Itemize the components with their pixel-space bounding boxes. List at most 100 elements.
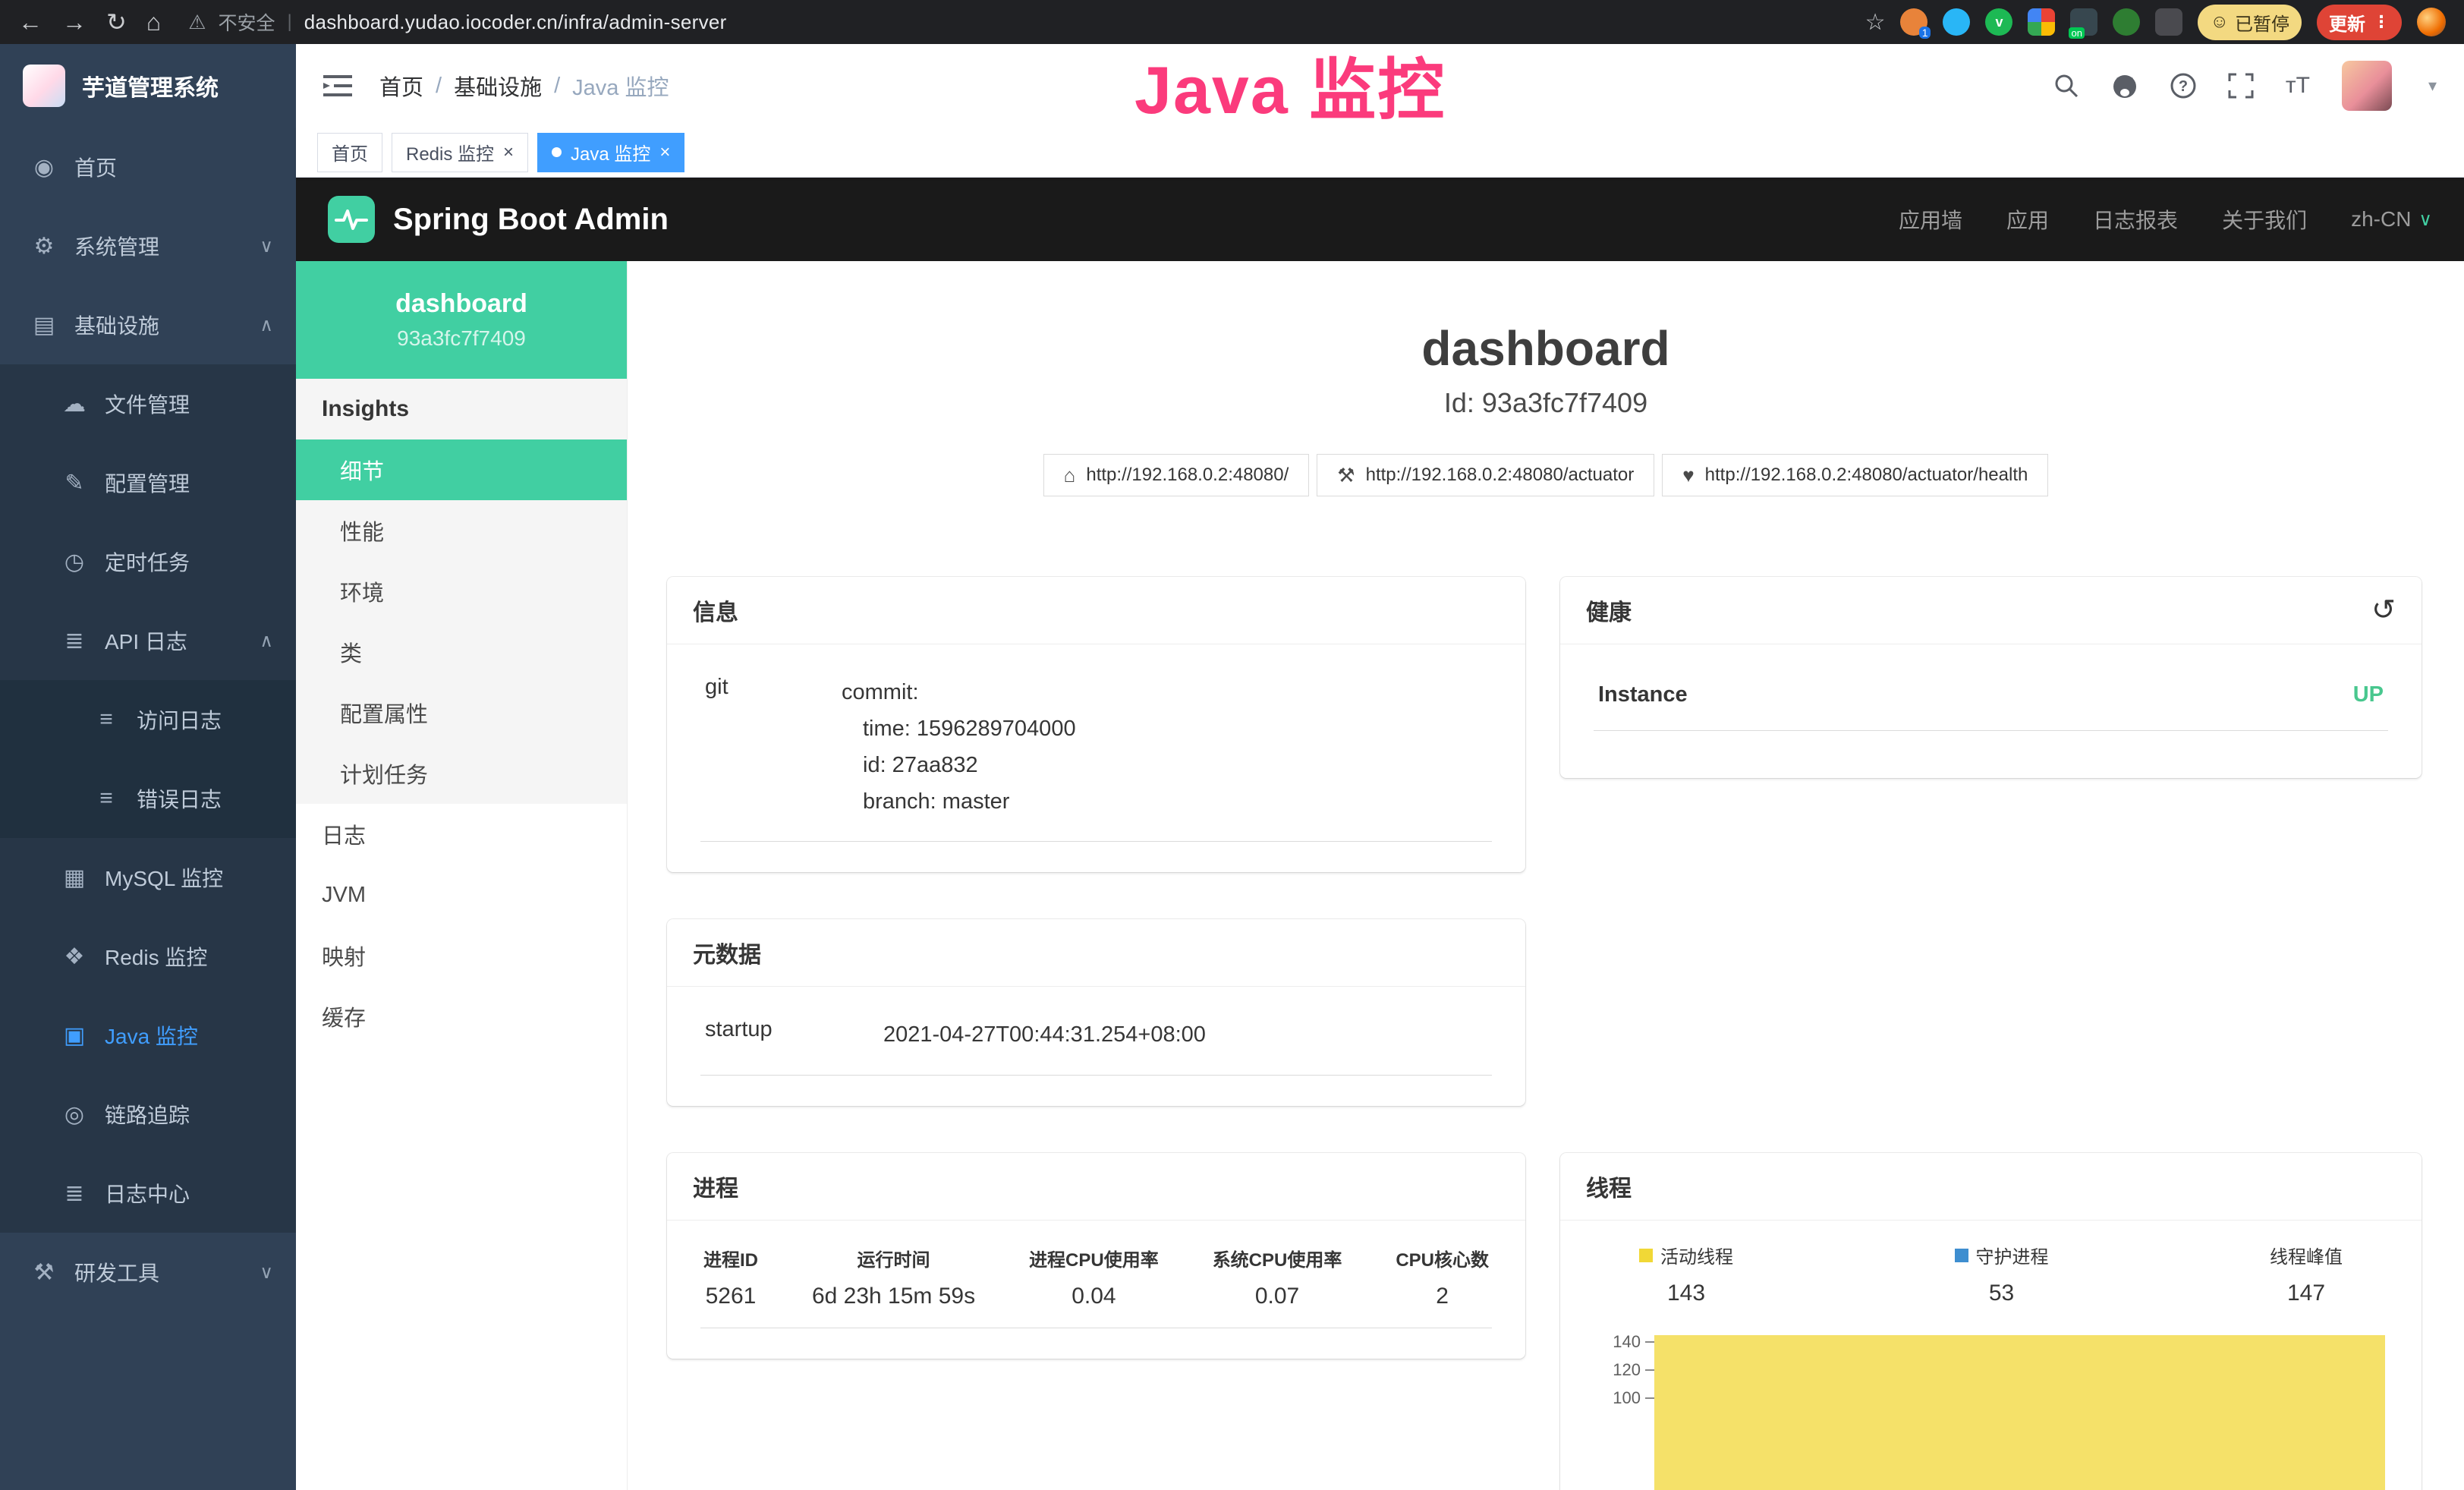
- fullscreen-icon[interactable]: [2228, 73, 2254, 99]
- threads-legend: 活动线程 143 守护进程: [1591, 1242, 2391, 1306]
- sidebar-item-infrastructure[interactable]: ▤ 基础设施 ∧: [0, 285, 296, 364]
- extension-leaf-icon[interactable]: [2113, 8, 2140, 36]
- health-url-button[interactable]: ♥ http://192.168.0.2:48080/actuator/heal…: [1662, 454, 2048, 496]
- process-col-uptime: 运行时间 6d 23h 15m 59s: [812, 1245, 975, 1309]
- bookmark-star-icon[interactable]: ☆: [1865, 9, 1886, 36]
- actuator-url-button[interactable]: ⚒ http://192.168.0.2:48080/actuator: [1317, 454, 1654, 496]
- sba-nav-journal[interactable]: 日志报表: [2093, 204, 2178, 235]
- font-size-icon[interactable]: тT: [2286, 73, 2310, 99]
- url-text[interactable]: dashboard.yudao.iocoder.cn/infra/admin-s…: [304, 11, 727, 34]
- spring-boot-admin-logo-icon[interactable]: [328, 196, 375, 243]
- help-icon[interactable]: ?: [2170, 73, 2196, 99]
- browser-home-button[interactable]: ⌂: [146, 10, 161, 34]
- browser-toolbar-right: ☆ 1 v on ☺ 已暂停 更新 ⋮: [1865, 5, 2446, 40]
- security-warning-label: 不安全: [218, 8, 275, 36]
- sidebar-item-mysql-monitor[interactable]: ▦ MySQL 监控: [0, 838, 296, 917]
- sba-item-mappings[interactable]: 映射: [296, 925, 627, 986]
- process-card-title: 进程: [667, 1153, 1525, 1221]
- sba-item-details[interactable]: 细节: [296, 439, 627, 500]
- extension-drop-icon[interactable]: [1943, 8, 1970, 36]
- sba-nav-applications[interactable]: 应用: [2006, 204, 2049, 235]
- sidebar-item-tracing[interactable]: ◎ 链路追踪: [0, 1075, 296, 1154]
- threads-chart-plot: [1654, 1326, 2385, 1490]
- sidebar-item-dev-tools[interactable]: ⚒ 研发工具 ∨: [0, 1233, 296, 1312]
- sba-main: dashboard Id: 93a3fc7f7409 ⌂ http://192.…: [628, 261, 2464, 1490]
- access-log-icon: ≡: [93, 707, 120, 732]
- metadata-card: 元数据 startup 2021-04-27T00:44:31.254+08:0…: [667, 919, 1525, 1106]
- sidebar-item-home[interactable]: ◉ 首页: [0, 128, 296, 206]
- blue-legend-swatch: [1955, 1249, 1968, 1262]
- insights-section: Insights 细节 性能 环境 类 配置属性 计划任务: [296, 379, 627, 804]
- breadcrumb-infrastructure[interactable]: 基础设施: [454, 70, 542, 102]
- gear-icon: ⚙: [30, 233, 58, 260]
- legend-daemon-threads: 守护进程 53: [1955, 1242, 2049, 1306]
- sidebar-item-java-monitor[interactable]: ▣ Java 监控: [0, 996, 296, 1075]
- avatar-caret-icon[interactable]: ▾: [2428, 76, 2437, 96]
- close-icon[interactable]: ×: [503, 143, 514, 162]
- process-card: 进程 进程ID 5261 运行时间 6d 23h 15m 59: [667, 1153, 1525, 1359]
- browser-profile-avatar[interactable]: [2417, 8, 2446, 36]
- sba-nav-about[interactable]: 关于我们: [2222, 204, 2307, 235]
- extension-v-icon[interactable]: v: [1985, 8, 2012, 36]
- sba-item-environment[interactable]: 环境: [296, 561, 627, 622]
- user-avatar[interactable]: [2342, 61, 2392, 111]
- tab-java-monitor[interactable]: Java 监控 ×: [537, 133, 684, 172]
- legend-live-threads: 活动线程 143: [1639, 1242, 1733, 1306]
- app-logo-row[interactable]: 芋道管理系统: [0, 44, 296, 128]
- sidebar-item-file-management[interactable]: ☁ 文件管理: [0, 364, 296, 443]
- instance-card[interactable]: dashboard 93a3fc7f7409: [296, 261, 627, 379]
- sba-sidebar: dashboard 93a3fc7f7409 Insights 细节 性能 环境…: [296, 261, 628, 1490]
- sba-item-jvm[interactable]: JVM: [296, 865, 627, 925]
- locale-selector[interactable]: zh-CN ∨: [2351, 207, 2432, 232]
- sba-item-metrics[interactable]: 性能: [296, 500, 627, 561]
- paused-badge[interactable]: ☺ 已暂停: [2198, 5, 2302, 40]
- sidebar-item-access-logs[interactable]: ≡ 访问日志: [0, 680, 296, 759]
- collapse-sidebar-icon[interactable]: [323, 74, 352, 98]
- refresh-button[interactable]: ↻: [106, 10, 127, 34]
- sba-brand-title[interactable]: Spring Boot Admin: [393, 203, 669, 237]
- metadata-row-startup: startup 2021-04-27T00:44:31.254+08:00: [700, 1010, 1492, 1076]
- home-icon: ⌂: [1064, 464, 1076, 487]
- chevron-down-icon: ∨: [2418, 209, 2432, 231]
- health-row-instance[interactable]: Instance UP: [1594, 678, 2388, 731]
- info-card-title: 信息: [667, 577, 1525, 644]
- security-warning-icon[interactable]: ⚠: [188, 11, 206, 34]
- clock-icon: ◷: [61, 549, 88, 575]
- active-dot: [552, 147, 562, 157]
- sidebar-item-error-logs[interactable]: ≡ 错误日志: [0, 759, 296, 838]
- history-icon[interactable]: ↺: [2371, 596, 2396, 625]
- database-icon: ▦: [61, 865, 88, 891]
- extension-grid-icon[interactable]: [2028, 8, 2055, 36]
- extension-switch-icon[interactable]: on: [2070, 8, 2097, 36]
- browser-menu-icon: ⋮: [2373, 12, 2390, 32]
- search-icon[interactable]: [2053, 73, 2079, 99]
- sba-item-logs[interactable]: 日志: [296, 804, 627, 865]
- service-url-button[interactable]: ⌂ http://192.168.0.2:48080/: [1043, 454, 1310, 496]
- sidebar-item-redis-monitor[interactable]: ❖ Redis 监控: [0, 917, 296, 996]
- sidebar-item-config-management[interactable]: ✎ 配置管理: [0, 443, 296, 522]
- sidebar-item-log-center[interactable]: ≣ 日志中心: [0, 1154, 296, 1233]
- tab-home[interactable]: 首页: [317, 133, 382, 172]
- process-col-proc-cpu: 进程CPU使用率 0.04: [1029, 1245, 1159, 1309]
- sidebar-item-system-management[interactable]: ⚙ 系统管理 ∨: [0, 206, 296, 285]
- sba-item-classes[interactable]: 类: [296, 622, 627, 682]
- tab-redis-monitor[interactable]: Redis 监控 ×: [392, 133, 528, 172]
- metadata-card-body: startup 2021-04-27T00:44:31.254+08:00: [667, 987, 1525, 1106]
- sba-nav-wallboard[interactable]: 应用墙: [1899, 204, 1962, 235]
- address-bar[interactable]: ⚠ 不安全 | dashboard.yudao.iocoder.cn/infra…: [188, 8, 1845, 36]
- breadcrumb-home[interactable]: 首页: [379, 70, 423, 102]
- chevron-up-icon: ∧: [260, 630, 273, 652]
- forward-button[interactable]: →: [62, 10, 87, 34]
- error-log-icon: ≡: [93, 786, 120, 811]
- close-icon[interactable]: ×: [659, 143, 670, 162]
- sidebar-item-api-logs[interactable]: ≣ API 日志 ∧: [0, 601, 296, 680]
- update-button[interactable]: 更新 ⋮: [2317, 5, 2402, 40]
- sidebar-item-scheduled-tasks[interactable]: ◷ 定时任务: [0, 522, 296, 601]
- sba-item-config-props[interactable]: 配置属性: [296, 682, 627, 743]
- extensions-puzzle-icon[interactable]: [2155, 8, 2182, 36]
- sba-item-scheduled-tasks[interactable]: 计划任务: [296, 743, 627, 804]
- back-button[interactable]: ←: [18, 10, 42, 34]
- sba-item-caches[interactable]: 缓存: [296, 986, 627, 1047]
- extension-fox-icon[interactable]: 1: [1900, 8, 1927, 36]
- github-icon[interactable]: [2111, 72, 2138, 99]
